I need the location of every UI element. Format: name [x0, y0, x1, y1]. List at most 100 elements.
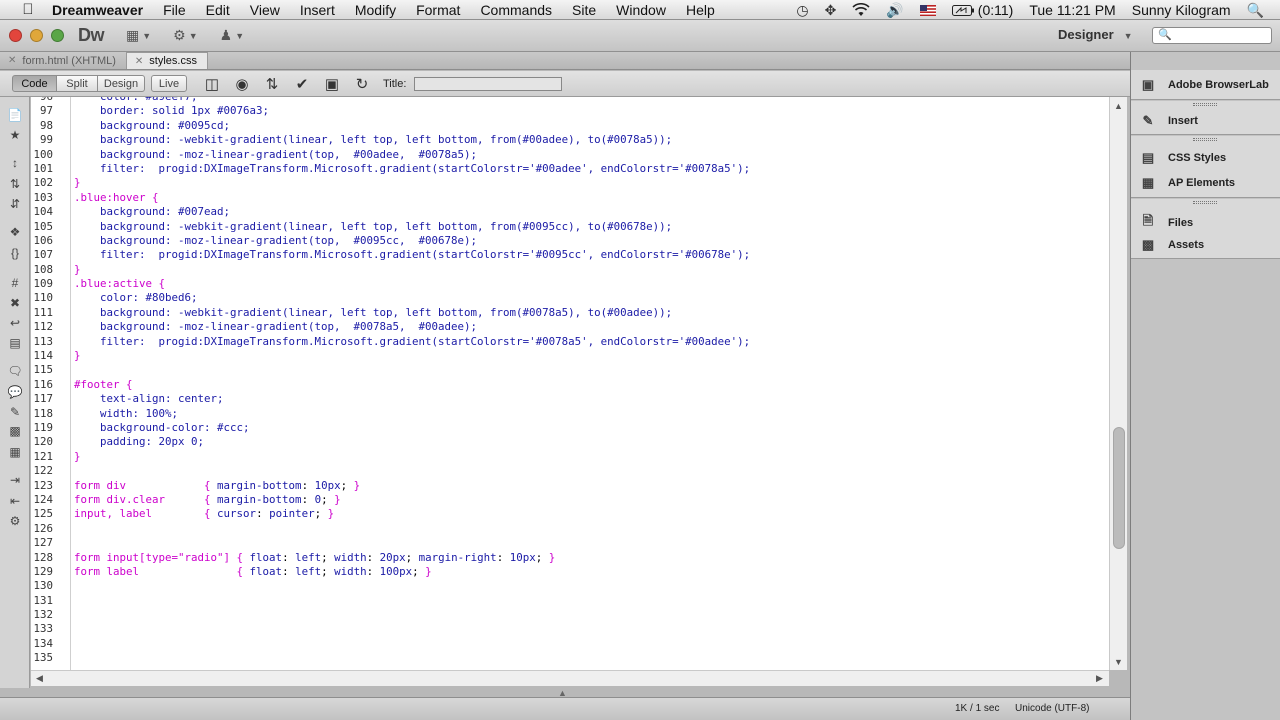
menu-app-name[interactable]: Dreamweaver: [52, 2, 143, 18]
code-line[interactable]: 112 background: -moz-linear-gradient(top…: [31, 320, 1109, 334]
menu-format[interactable]: Format: [416, 2, 460, 18]
code-text[interactable]: text-align: center;: [74, 392, 224, 406]
code-text[interactable]: form input[type="radio"] { float: left; …: [74, 551, 555, 565]
bluetooth-icon[interactable]: ✥: [825, 2, 837, 19]
tab-styles-css[interactable]: ✕ styles.css: [126, 52, 208, 69]
code-text[interactable]: form div { margin-bottom: 10px; }: [74, 479, 360, 493]
code-line[interactable]: 134: [31, 637, 1109, 651]
site-menu-button[interactable]: ♟ ▼: [220, 27, 244, 44]
code-line[interactable]: 113 filter: progid:DXImageTransform.Micr…: [31, 335, 1109, 349]
highlight-invalid-icon[interactable]: ✖: [6, 295, 24, 311]
code-text[interactable]: background: -webkit-gradient(linear, lef…: [74, 306, 672, 320]
scroll-left-arrow-icon[interactable]: ◀: [36, 673, 43, 684]
layout-menu-button[interactable]: ▦ ▼: [126, 27, 151, 44]
refresh-icon[interactable]: ↻: [353, 75, 371, 93]
balance-braces-icon[interactable]: {}: [6, 245, 24, 261]
code-text[interactable]: background: -webkit-gradient(linear, lef…: [74, 133, 672, 147]
recent-snippets-icon[interactable]: ▩: [6, 423, 24, 439]
panel-insert[interactable]: ✎ Insert: [1139, 113, 1198, 129]
code-editor[interactable]: 96 color: #a9eef7;97 border: solid 1px #…: [31, 97, 1109, 670]
code-line[interactable]: 110 color: #80bed6;: [31, 291, 1109, 305]
code-line[interactable]: 98 background: #0095cd;: [31, 119, 1109, 133]
close-tab-icon[interactable]: ✕: [135, 56, 143, 67]
code-line[interactable]: 116 #footer {: [31, 378, 1109, 392]
user-name[interactable]: Sunny Kilogram: [1132, 2, 1231, 18]
indent-code-icon[interactable]: ⇥: [6, 472, 24, 488]
code-text[interactable]: background: #007ead;: [74, 205, 230, 219]
code-text[interactable]: form div.clear { margin-bottom: 0; }: [74, 493, 341, 507]
wifi-icon[interactable]: [852, 3, 870, 17]
code-line[interactable]: 122: [31, 464, 1109, 478]
code-text[interactable]: background: -moz-linear-gradient(top, #0…: [74, 234, 477, 248]
check-browser-icon[interactable]: ✔: [293, 75, 311, 93]
apple-menu-icon[interactable]: : [19, 1, 37, 18]
time-machine-icon[interactable]: ◷: [796, 2, 808, 19]
panel-assets[interactable]: ▩ Assets: [1139, 237, 1204, 253]
code-line[interactable]: 103 .blue:hover {: [31, 191, 1109, 205]
code-text[interactable]: }: [74, 176, 81, 190]
code-text[interactable]: padding: 20px 0;: [74, 435, 204, 449]
line-numbers-icon[interactable]: #: [6, 275, 24, 291]
code-text[interactable]: border: solid 1px #0076a3;: [74, 104, 269, 118]
multiscreen-icon[interactable]: ◫: [203, 75, 221, 93]
extend-menu-button[interactable]: ⚙ ▼: [173, 27, 197, 44]
split-view-button[interactable]: Split: [56, 75, 98, 92]
close-tab-icon[interactable]: ✕: [8, 55, 16, 66]
code-line[interactable]: 133: [31, 622, 1109, 636]
title-input[interactable]: [414, 76, 563, 91]
menu-modify[interactable]: Modify: [355, 2, 396, 18]
code-line[interactable]: 114}: [31, 349, 1109, 363]
menu-file[interactable]: File: [163, 2, 186, 18]
wrap-tag-icon[interactable]: ✎: [6, 404, 24, 420]
code-line[interactable]: 109 .blue:active {: [31, 277, 1109, 291]
syntax-coloring-icon[interactable]: ▤: [6, 335, 24, 351]
code-text[interactable]: filter: progid:DXImageTransform.Microsof…: [74, 335, 750, 349]
code-line[interactable]: 124 form div.clear { margin-bottom: 0; }: [31, 493, 1109, 507]
apply-comment-icon[interactable]: 🗨: [6, 363, 24, 379]
code-line[interactable]: 130: [31, 579, 1109, 593]
code-line[interactable]: 118 width: 100%;: [31, 407, 1109, 421]
design-view-button[interactable]: Design: [97, 75, 145, 92]
tab-form-html[interactable]: ✕ form.html (XHTML): [0, 52, 127, 69]
code-line[interactable]: 115: [31, 363, 1109, 377]
menu-insert[interactable]: Insert: [300, 2, 335, 18]
code-line[interactable]: 117 text-align: center;: [31, 392, 1109, 406]
help-search-input[interactable]: 🔍: [1152, 27, 1272, 44]
clock[interactable]: Tue 11:21 PM: [1029, 2, 1115, 18]
code-line[interactable]: 120 padding: 20px 0;: [31, 435, 1109, 449]
battery-status[interactable]: (0:11): [951, 2, 1013, 18]
word-wrap-icon[interactable]: ↩: [6, 315, 24, 331]
code-line[interactable]: 121}: [31, 450, 1109, 464]
scroll-down-arrow-icon[interactable]: ▼: [1114, 657, 1123, 667]
code-line[interactable]: 132: [31, 608, 1109, 622]
code-line[interactable]: 123 form div { margin-bottom: 10px; }: [31, 479, 1109, 493]
code-text[interactable]: .blue:active {: [74, 277, 165, 291]
scroll-up-arrow-icon[interactable]: ▲: [1114, 101, 1123, 111]
scroll-right-arrow-icon[interactable]: ▶: [1096, 673, 1103, 684]
code-line[interactable]: 99 background: -webkit-gradient(linear, …: [31, 133, 1109, 147]
code-line[interactable]: 101 filter: progid:DXImageTransform.Micr…: [31, 162, 1109, 176]
code-text[interactable]: width: 100%;: [74, 407, 178, 421]
panel-grip-icon[interactable]: [1193, 138, 1217, 141]
menu-view[interactable]: View: [250, 2, 280, 18]
code-line[interactable]: 96 color: #a9eef7;: [31, 97, 1109, 104]
preview-browser-icon[interactable]: ◉: [233, 75, 251, 93]
code-text[interactable]: form label { float: left; width: 100px; …: [74, 565, 432, 579]
panel-grip-icon[interactable]: [1193, 201, 1217, 204]
code-line[interactable]: 125 input, label { cursor: pointer; }: [31, 507, 1109, 521]
spotlight-search-icon[interactable]: 🔍: [1247, 2, 1264, 19]
outdent-code-icon[interactable]: ⇤: [6, 493, 24, 509]
panel-browserlab[interactable]: ▣ Adobe BrowserLab: [1139, 77, 1269, 93]
volume-icon[interactable]: 🔊: [886, 2, 903, 19]
code-view-button[interactable]: Code: [12, 75, 57, 92]
code-text[interactable]: background: #0095cd;: [74, 119, 230, 133]
close-window-button[interactable]: [9, 29, 22, 42]
code-text[interactable]: }: [74, 263, 81, 277]
zoom-window-button[interactable]: [51, 29, 64, 42]
code-line[interactable]: 102}: [31, 176, 1109, 190]
minimize-window-button[interactable]: [30, 29, 43, 42]
expand-all-icon[interactable]: ⇵: [6, 196, 24, 212]
code-text[interactable]: color: #a9eef7;: [74, 97, 198, 104]
code-line[interactable]: 127: [31, 536, 1109, 550]
menu-help[interactable]: Help: [686, 2, 715, 18]
